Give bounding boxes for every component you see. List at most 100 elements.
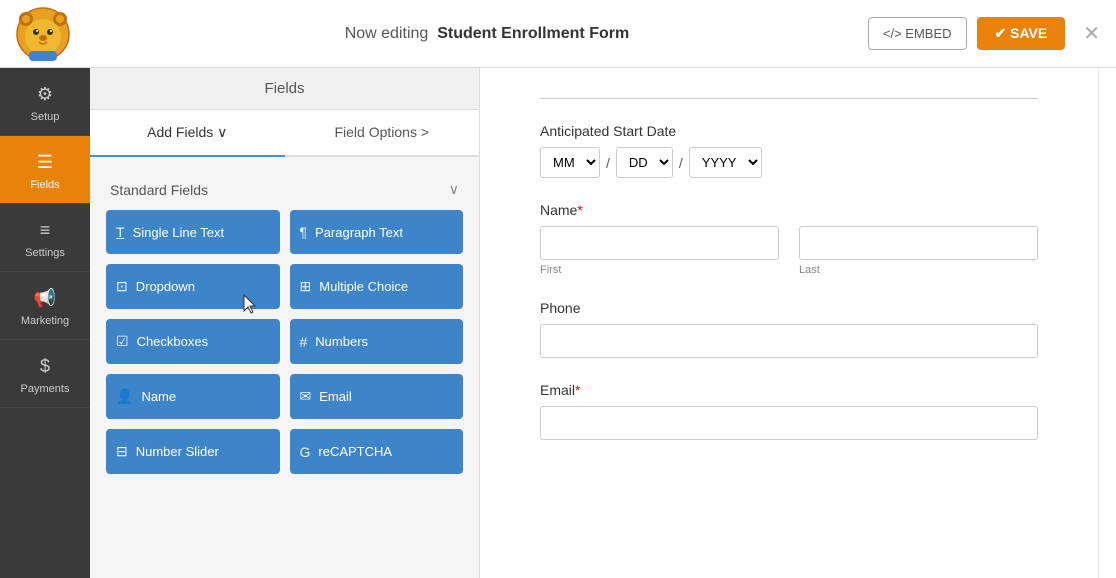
tab-field-options-label: Field Options >: [334, 124, 429, 140]
tab-add-fields[interactable]: Add Fields ∨: [90, 110, 285, 157]
numbers-icon: #: [300, 334, 308, 350]
single-line-text-icon: T̲: [116, 224, 125, 240]
name-first-col: First: [540, 226, 779, 276]
name-first-input[interactable]: [540, 226, 779, 260]
sidebar-nav: ⚙ Setup ☰ Fields ≡ Settings 📢 Marketing …: [0, 68, 90, 578]
checkboxes-icon: ☑: [116, 333, 129, 350]
email-label: Email: [319, 389, 352, 404]
fields-icon: ☰: [37, 152, 53, 173]
email-label-text: Email: [540, 382, 575, 398]
name-label-text: Name: [540, 202, 577, 218]
save-button[interactable]: ✔ SAVE: [977, 17, 1066, 50]
date-row: MM / DD / YYYY: [540, 147, 1038, 178]
logo-icon: [16, 7, 70, 61]
panel-header-label: Fields: [264, 80, 304, 97]
multiple-choice-button[interactable]: ⊞ Multiple Choice: [290, 264, 464, 309]
name-required-star: *: [577, 202, 582, 218]
sidebar-item-payments[interactable]: $ Payments: [0, 340, 90, 408]
email-input[interactable]: [540, 406, 1038, 440]
date-sep-1: /: [606, 155, 610, 171]
sidebar-item-fields[interactable]: ☰ Fields: [0, 136, 90, 204]
name-group: Name* First Last: [540, 202, 1038, 276]
single-line-text-label: Single Line Text: [133, 225, 225, 240]
recaptcha-label: reCAPTCHA: [318, 444, 392, 459]
number-slider-label: Number Slider: [136, 444, 219, 459]
name-last-col: Last: [799, 226, 1038, 276]
date-year-select[interactable]: YYYY: [689, 147, 762, 178]
phone-input[interactable]: [540, 324, 1038, 358]
marketing-icon: 📢: [34, 288, 56, 309]
name-icon: 👤: [116, 388, 133, 405]
settings-icon: ≡: [40, 220, 51, 241]
multiple-choice-icon: ⊞: [300, 278, 312, 295]
field-buttons-grid: T̲ Single Line Text ¶ Paragraph Text ⊡ D…: [106, 210, 463, 474]
name-first-sub-label: First: [540, 264, 779, 276]
name-row: First Last: [540, 226, 1038, 276]
editing-prefix: Now editing: [345, 25, 429, 42]
date-month-select[interactable]: MM: [540, 147, 600, 178]
payments-icon: $: [40, 356, 50, 377]
standard-fields-label: Standard Fields: [110, 182, 208, 198]
phone-label-text: Phone: [540, 300, 580, 316]
sidebar-item-label-payments: Payments: [21, 383, 70, 395]
paragraph-text-button[interactable]: ¶ Paragraph Text: [290, 210, 464, 254]
logo-area: [16, 7, 106, 61]
sidebar-item-label-setup: Setup: [31, 111, 60, 123]
name-label: Name: [141, 389, 176, 404]
sidebar-item-marketing[interactable]: 📢 Marketing: [0, 272, 90, 340]
single-line-text-button[interactable]: T̲ Single Line Text: [106, 210, 280, 254]
date-sep-2: /: [679, 155, 683, 171]
name-button[interactable]: 👤 Name: [106, 374, 280, 419]
email-group: Email*: [540, 382, 1038, 440]
phone-label: Phone: [540, 300, 1038, 316]
tab-bar: Add Fields ∨ Field Options >: [90, 110, 479, 157]
fields-panel-header: Fields: [90, 68, 479, 110]
top-header: Now editing Student Enrollment Form </> …: [0, 0, 1116, 68]
paragraph-text-label: Paragraph Text: [315, 225, 403, 240]
email-required-star: *: [575, 382, 580, 398]
dropdown-icon: ⊡: [116, 278, 128, 295]
number-slider-icon: ⊟: [116, 443, 128, 460]
anticipated-start-date-group: Anticipated Start Date MM / DD / YYYY: [540, 123, 1038, 178]
right-edge-panel: [1098, 68, 1116, 578]
embed-button[interactable]: </> EMBED: [868, 17, 967, 50]
standard-fields-section: Standard Fields ∨: [106, 173, 463, 210]
recaptcha-icon: G: [300, 444, 311, 460]
sidebar-item-label-fields: Fields: [30, 179, 59, 191]
tab-field-options[interactable]: Field Options >: [285, 110, 480, 157]
main-layout: ⚙ Setup ☰ Fields ≡ Settings 📢 Marketing …: [0, 68, 1116, 578]
dropdown-label: Dropdown: [136, 279, 195, 294]
dropdown-button[interactable]: ⊡ Dropdown: [106, 264, 280, 309]
form-preview: Anticipated Start Date MM / DD / YYYY Na…: [480, 68, 1098, 578]
phone-group: Phone: [540, 300, 1038, 358]
anticipated-start-date-text: Anticipated Start Date: [540, 123, 676, 139]
form-name: Student Enrollment Form: [437, 25, 629, 42]
paragraph-text-icon: ¶: [300, 224, 308, 240]
date-day-select[interactable]: DD: [616, 147, 673, 178]
setup-icon: ⚙: [37, 84, 53, 105]
name-last-input[interactable]: [799, 226, 1038, 260]
numbers-button[interactable]: # Numbers: [290, 319, 464, 364]
tab-add-fields-label: Add Fields ∨: [147, 124, 227, 140]
sidebar-item-label-marketing: Marketing: [21, 315, 69, 327]
header-title: Now editing Student Enrollment Form: [106, 25, 868, 43]
recaptcha-button[interactable]: G reCAPTCHA: [290, 429, 464, 474]
close-button[interactable]: ✕: [1083, 21, 1100, 46]
number-slider-button[interactable]: ⊟ Number Slider: [106, 429, 280, 474]
form-divider-top: [540, 98, 1038, 99]
sidebar-item-label-settings: Settings: [25, 247, 65, 259]
name-label: Name*: [540, 202, 1038, 218]
fields-panel: Fields Add Fields ∨ Field Options > Stan…: [90, 68, 480, 578]
checkboxes-button[interactable]: ☑ Checkboxes: [106, 319, 280, 364]
numbers-label: Numbers: [315, 334, 368, 349]
email-label: Email*: [540, 382, 1038, 398]
fields-content: Standard Fields ∨ T̲ Single Line Text ¶ …: [90, 157, 479, 578]
email-button[interactable]: ✉ Email: [290, 374, 464, 419]
sidebar-item-setup[interactable]: ⚙ Setup: [0, 68, 90, 136]
sidebar-item-settings[interactable]: ≡ Settings: [0, 204, 90, 272]
name-last-sub-label: Last: [799, 264, 1038, 276]
email-icon: ✉: [300, 388, 312, 405]
anticipated-start-date-label: Anticipated Start Date: [540, 123, 1038, 139]
chevron-down-icon: ∨: [449, 181, 459, 198]
multiple-choice-label: Multiple Choice: [319, 279, 408, 294]
